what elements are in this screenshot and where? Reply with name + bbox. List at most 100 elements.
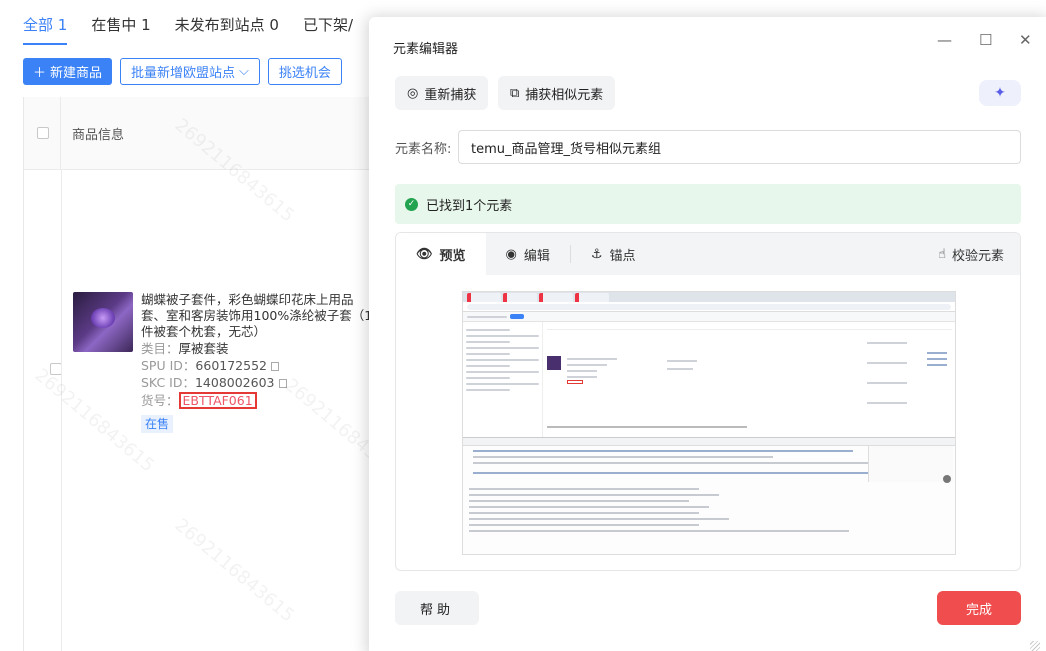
avatar xyxy=(943,475,951,483)
element-name-label: 元素名称: xyxy=(395,142,452,157)
line xyxy=(469,500,689,502)
line xyxy=(466,377,510,379)
line xyxy=(567,358,617,360)
line xyxy=(473,456,773,458)
column-divider xyxy=(61,170,62,651)
resize-handle[interactable] xyxy=(1030,641,1040,651)
tab-preview-label: 预览 xyxy=(439,248,466,264)
new-product-button[interactable]: ＋ 新建商品 xyxy=(23,58,113,85)
select-all-checkbox[interactable] xyxy=(37,127,49,139)
category-value: 厚被套装 xyxy=(178,341,229,356)
browser-address-bar xyxy=(463,302,955,312)
product-category: 类目：厚被套装 xyxy=(141,341,401,357)
line xyxy=(867,362,907,364)
minimize-icon[interactable]: — xyxy=(937,31,952,49)
close-icon[interactable]: ✕ xyxy=(1019,31,1032,49)
line xyxy=(567,376,597,378)
browser-tab xyxy=(539,293,573,302)
line xyxy=(466,353,510,355)
tab-preview[interactable]: 👁 预览 xyxy=(396,233,486,275)
table-header: 商品信息 xyxy=(24,97,403,170)
capture-similar-button[interactable]: ⧉ 捕获相似元素 xyxy=(498,76,616,110)
devtools-tabs xyxy=(463,438,955,446)
line xyxy=(466,383,539,385)
tab-offline[interactable]: 已下架/ xyxy=(303,14,353,45)
line xyxy=(466,371,539,373)
dialog-title: 元素编辑器 xyxy=(393,42,459,57)
line xyxy=(469,530,849,532)
maximize-icon[interactable]: ☐ xyxy=(979,31,992,49)
sparkle-icon: ✦ xyxy=(994,85,1006,101)
panel-tabs: 👁 预览 ◉ 编辑 ⚓ 锚点 ☝ 校验元素 xyxy=(396,233,1020,275)
category-label: 类目： xyxy=(141,341,179,356)
sku-value-highlight[interactable]: EBTTAF061 xyxy=(178,392,257,409)
verify-element-button[interactable]: ☝ 校验元素 xyxy=(938,233,1004,275)
line xyxy=(466,335,539,337)
done-button[interactable]: 完成 xyxy=(937,591,1021,625)
recapture-icon: ◎ xyxy=(407,85,419,101)
status-badge: 在售 xyxy=(141,415,174,433)
batch-add-eu-button[interactable]: 批量新增欧盟站点 ⌵ xyxy=(120,58,260,85)
element-name-input[interactable] xyxy=(458,130,1021,164)
line xyxy=(466,341,510,343)
line xyxy=(469,524,699,526)
tab-on-sale[interactable]: 在售中 1 xyxy=(91,14,150,45)
found-status: ✓ 已找到1个元素 xyxy=(395,184,1021,224)
line xyxy=(466,389,510,391)
line xyxy=(466,365,510,367)
skc-value: 1408002603 xyxy=(194,375,275,390)
element-editor-dialog: 元素编辑器 — ☐ ✕ ◎ 重新捕获 ⧉ 捕获相似元素 ✦ 元素名称: ✓ 已找… xyxy=(369,17,1046,651)
line xyxy=(469,494,719,496)
sku-number: 货号： EBTTAF061 xyxy=(141,392,401,409)
line xyxy=(667,360,697,362)
sku-label: 货号： xyxy=(141,393,179,408)
check-circle-icon: ✓ xyxy=(405,197,418,211)
line xyxy=(927,364,947,366)
line xyxy=(473,462,873,464)
tab-all[interactable]: 全部 1 xyxy=(23,14,68,45)
line xyxy=(466,359,539,361)
column-divider xyxy=(60,97,61,169)
captured-app xyxy=(463,322,955,437)
line xyxy=(473,472,933,474)
captured-product-thumbnail xyxy=(547,356,561,370)
column-header-product-info: 商品信息 xyxy=(72,127,125,143)
devtools-side-panel xyxy=(868,446,953,482)
line xyxy=(469,488,699,490)
browser-tab xyxy=(575,293,609,302)
browser-url xyxy=(467,303,951,310)
product-title[interactable]: 蝴蝶被子套件，彩色蝴蝶印花床上用品套、室和客房装饰用100%涤纶被子套（1件被套… xyxy=(141,292,373,340)
captured-topbar xyxy=(547,322,952,330)
anchor-icon: ⚓ xyxy=(590,246,603,262)
recapture-button[interactable]: ◎ 重新捕获 xyxy=(395,76,489,110)
line xyxy=(466,329,510,331)
line xyxy=(469,518,729,520)
capture-similar-label: 捕获相似元素 xyxy=(525,87,604,103)
tab-edit[interactable]: ◉ 编辑 xyxy=(486,233,570,275)
ai-sparkle-button[interactable]: ✦ xyxy=(979,80,1021,106)
skc-id: SKC ID：1408002603 xyxy=(141,375,401,391)
product-thumbnail[interactable] xyxy=(73,292,133,352)
copy-icon[interactable] xyxy=(271,362,279,371)
browser-tabbar xyxy=(463,292,955,302)
help-button[interactable]: 帮助 xyxy=(395,591,479,625)
tab-edit-label: 编辑 xyxy=(523,248,550,264)
line xyxy=(567,364,607,366)
browser-bookmarks xyxy=(463,312,955,322)
tab-unpublished[interactable]: 未发布到站点 0 xyxy=(175,14,279,45)
product-table: 商品信息 蝴蝶被子套件，彩色蝴蝶印花床上用品套、室和客房装饰用100%涤纶被子套… xyxy=(23,97,403,651)
line xyxy=(667,368,693,370)
preview-panel: 👁 预览 ◉ 编辑 ⚓ 锚点 ☝ 校验元素 xyxy=(395,232,1021,571)
capture-similar-icon: ⧉ xyxy=(510,85,520,101)
eye-icon: 👁 xyxy=(416,246,433,262)
bookmark-badge xyxy=(510,314,524,319)
plus-icon: ＋ xyxy=(33,66,47,81)
pick-opportunity-button[interactable]: 挑选机会 xyxy=(267,58,342,85)
found-status-text: 已找到1个元素 xyxy=(426,198,513,214)
line xyxy=(473,450,853,452)
bookmark xyxy=(467,315,507,318)
spu-id: SPU ID：660172552 xyxy=(141,358,401,374)
copy-icon[interactable] xyxy=(278,379,287,388)
tab-anchor[interactable]: ⚓ 锚点 xyxy=(571,233,656,275)
line xyxy=(927,352,947,354)
